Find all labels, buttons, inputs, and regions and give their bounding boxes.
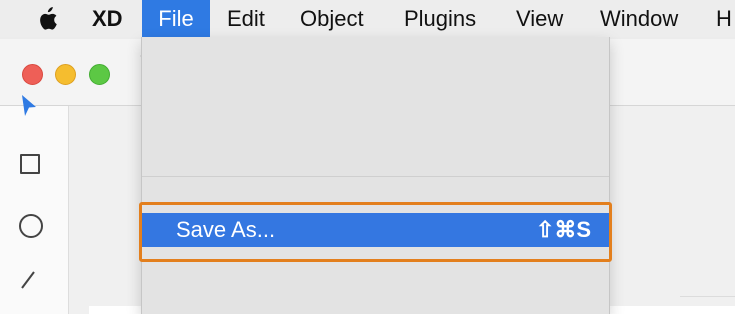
file-menu-dropdown: Save As... ⇧⌘S	[141, 37, 610, 314]
highlight-callout	[139, 202, 612, 262]
menu-bar: XD File Edit Object Plugins View Window …	[0, 0, 735, 37]
select-arrow-icon[interactable]	[20, 94, 38, 118]
canvas-guide	[680, 296, 735, 297]
menu-separator	[142, 176, 609, 177]
apple-logo-icon[interactable]	[36, 7, 58, 31]
menu-edit[interactable]: Edit	[227, 0, 265, 37]
zoom-window-button[interactable]	[89, 64, 110, 85]
minimize-window-button[interactable]	[55, 64, 76, 85]
line-icon[interactable]	[20, 270, 40, 290]
ellipse-icon[interactable]	[19, 214, 43, 238]
menu-help[interactable]: H	[716, 0, 732, 37]
menu-file[interactable]: File	[142, 0, 210, 37]
menu-object[interactable]: Object	[300, 0, 364, 37]
menu-view[interactable]: View	[516, 0, 563, 37]
rectangle-icon[interactable]	[20, 154, 40, 174]
menu-xd[interactable]: XD	[92, 0, 123, 37]
menu-window[interactable]: Window	[600, 0, 678, 37]
menu-plugins[interactable]: Plugins	[404, 0, 476, 37]
close-window-button[interactable]	[22, 64, 43, 85]
